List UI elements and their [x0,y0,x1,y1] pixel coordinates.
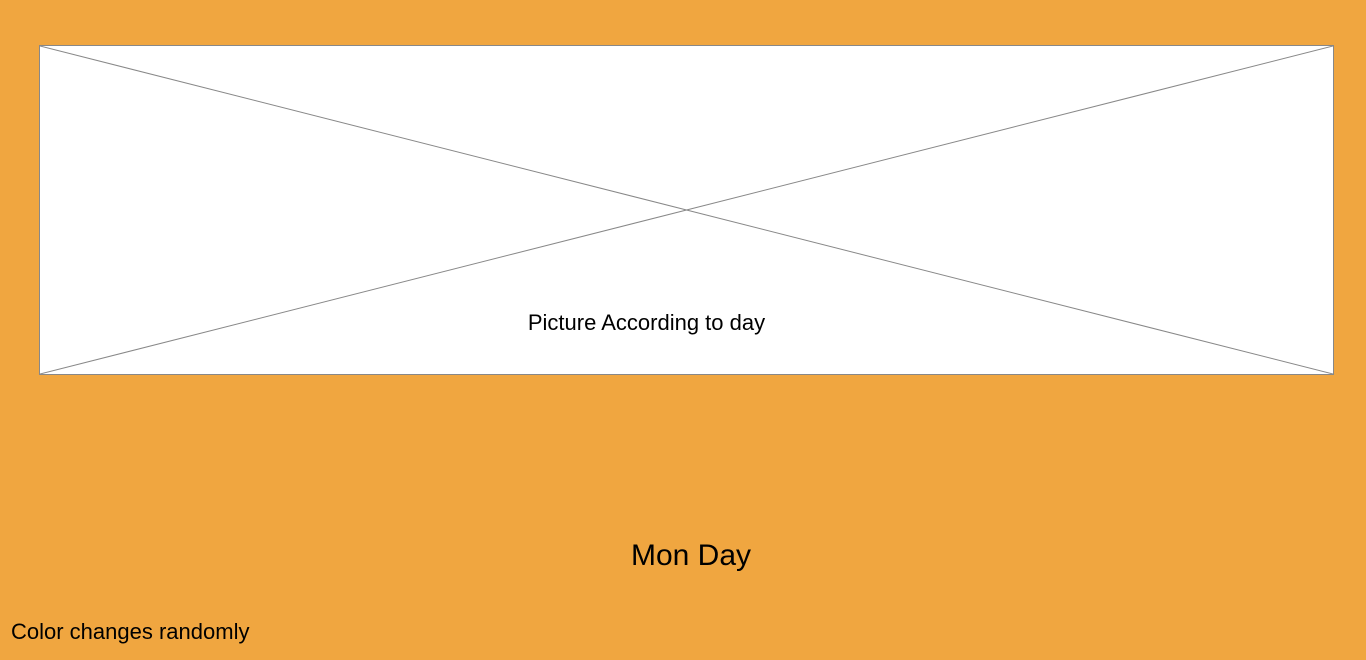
day-label: Mon Day [630,539,752,572]
color-note: Color changes randomly [11,619,250,644]
day-picture-placeholder: Picture According to day [39,45,1334,375]
picture-caption: Picture According to day [527,310,766,335]
